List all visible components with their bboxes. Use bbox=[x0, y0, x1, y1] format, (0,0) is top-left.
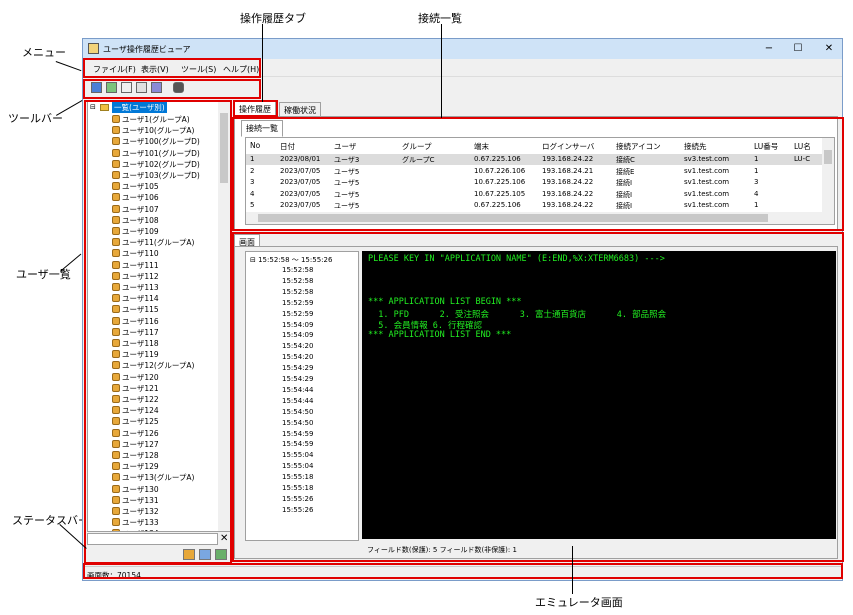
highlight-status-bar bbox=[83, 563, 843, 579]
callout-toolbar: ツールバー bbox=[8, 112, 63, 125]
leader-history-tab bbox=[262, 24, 263, 102]
leader-emulator bbox=[572, 546, 573, 594]
app-icon bbox=[88, 43, 99, 54]
highlight-toolbar bbox=[83, 79, 261, 99]
callout-history-tab: 操作履歴タブ bbox=[240, 12, 306, 25]
window-title: ユーザ操作履歴ビューア bbox=[103, 45, 191, 54]
callout-status-bar: ステータスバー bbox=[12, 514, 89, 527]
callout-menu: メニュー bbox=[22, 46, 66, 59]
close-button[interactable]: ✕ bbox=[815, 41, 843, 57]
callout-connection-list: 接続一覧 bbox=[418, 12, 462, 25]
leader-toolbar bbox=[56, 100, 83, 116]
callout-emulator: エミュレータ画面 bbox=[535, 596, 623, 609]
highlight-emulator bbox=[232, 232, 844, 562]
minimize-button[interactable]: − bbox=[755, 41, 783, 57]
leader-connection-list bbox=[441, 24, 442, 118]
highlight-menu bbox=[83, 58, 261, 78]
title-bar: ユーザ操作履歴ビューア − ☐ ✕ bbox=[83, 39, 842, 59]
highlight-connection-list bbox=[232, 117, 844, 231]
highlight-history-tab bbox=[233, 100, 278, 117]
leader-menu bbox=[55, 61, 82, 72]
highlight-user-list bbox=[84, 100, 232, 564]
maximize-button[interactable]: ☐ bbox=[784, 41, 812, 57]
